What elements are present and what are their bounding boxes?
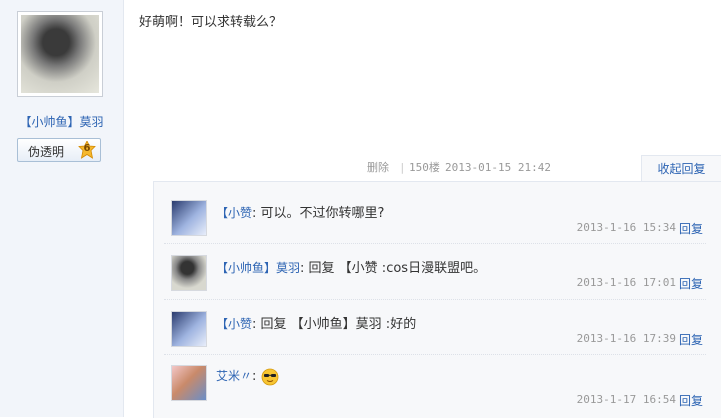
reply-button[interactable]: 回复 [679, 275, 703, 292]
reply-time: 2013-1-16 17:39 [576, 332, 676, 345]
reply-button[interactable]: 回复 [679, 220, 703, 237]
reply-username[interactable]: 艾米〃 [216, 369, 252, 383]
member-badge[interactable]: 伪透明 6 [17, 138, 101, 162]
reply-colon: : [300, 261, 305, 276]
author-username[interactable]: 【小帅鱼】莫羽 [0, 113, 123, 130]
sunglasses-face-icon [261, 368, 279, 386]
avatar-image [21, 15, 99, 93]
reply-button[interactable]: 回复 [679, 392, 703, 409]
avatar[interactable] [171, 311, 207, 347]
post-time: 2013-01-15 21:42 [445, 161, 551, 174]
reply-time: 2013-1-16 15:34 [576, 221, 676, 234]
reply-colon: : [252, 369, 257, 384]
reply-text: 艾米〃: [216, 367, 279, 386]
reply-button[interactable]: 回复 [679, 331, 703, 348]
badge-name: 伪透明 [28, 145, 65, 159]
badge-level-icon: 6 [78, 141, 96, 159]
divider [164, 299, 706, 300]
avatar[interactable] [171, 365, 207, 401]
reply-time: 2013-1-17 16:54 [576, 393, 676, 406]
tail-separator: | [399, 161, 406, 174]
collapse-replies-button[interactable]: 收起回复 [641, 155, 721, 182]
post-content: 好萌啊！可以求转载么？ [139, 15, 283, 30]
avatar[interactable] [171, 255, 207, 291]
reply-username[interactable]: 【小帅鱼】莫羽 [216, 261, 300, 275]
reply-text: 【小赞: 可以。不过你转哪里? [216, 202, 384, 221]
author-sidebar: 【小帅鱼】莫羽 伪透明 6 [0, 0, 124, 417]
reply-time: 2013-1-16 17:01 [576, 276, 676, 289]
reply-text: 【小帅鱼】莫羽: 回复 【小赞 :cos日漫联盟吧。 [216, 257, 486, 276]
reply-content: 回复 【小帅鱼】莫羽 :好的 [260, 317, 417, 332]
delete-link[interactable]: 删除 [367, 158, 389, 178]
divider [164, 354, 706, 355]
floor-number: 150楼 [409, 161, 440, 174]
reply-content: 可以。不过你转哪里? [260, 206, 385, 221]
reply-username[interactable]: 【小赞 [216, 317, 252, 331]
divider [164, 243, 706, 244]
reply-content: 回复 【小赞 :cos日漫联盟吧。 [308, 261, 487, 276]
reply-colon: : [252, 317, 257, 332]
reply-username[interactable]: 【小赞 [216, 206, 252, 220]
reply-text: 【小赞: 回复 【小帅鱼】莫羽 :好的 [216, 313, 416, 332]
avatar[interactable] [171, 200, 207, 236]
author-avatar[interactable] [17, 11, 103, 97]
badge-level-number: 6 [83, 143, 91, 154]
reply-list: 【小赞: 可以。不过你转哪里? 2013-1-16 15:34 回复 【小帅鱼】… [153, 181, 721, 418]
reply-colon: : [252, 206, 257, 221]
